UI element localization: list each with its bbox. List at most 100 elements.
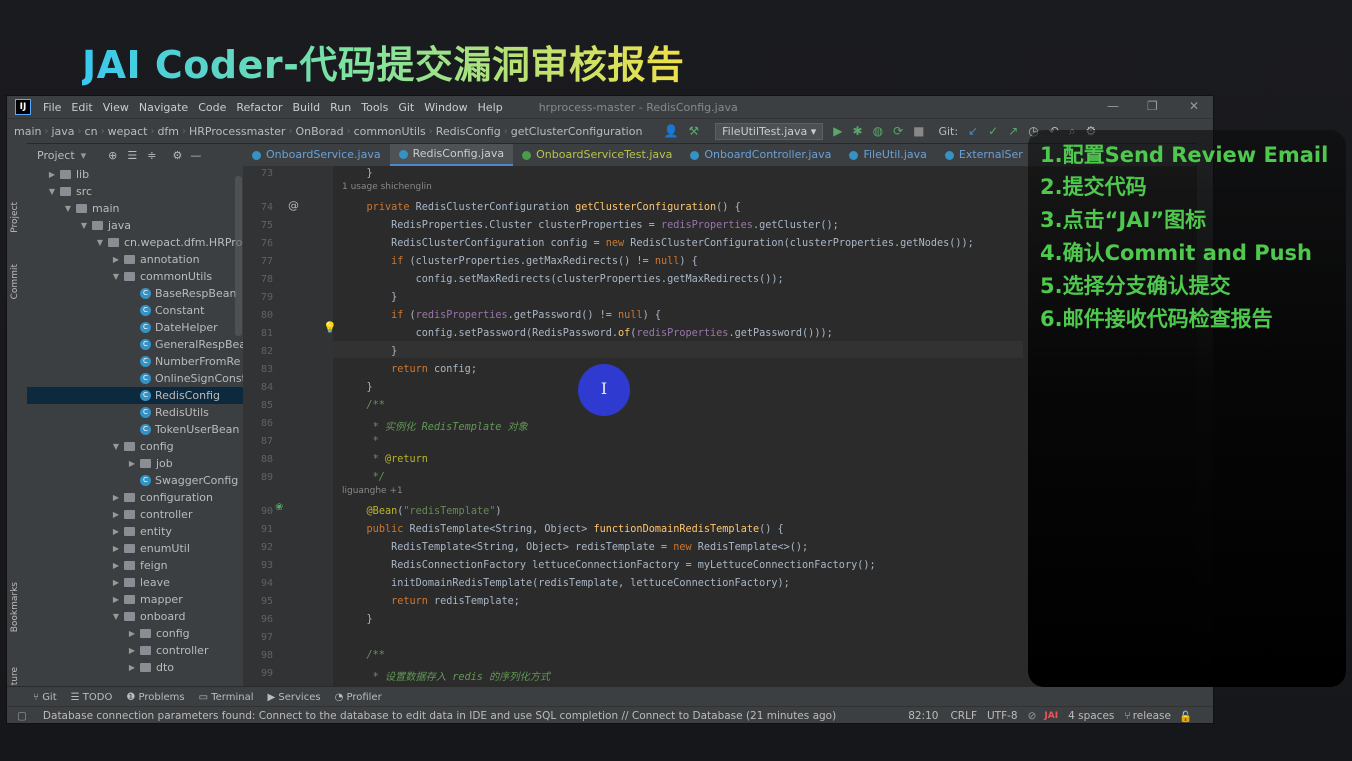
chevron-right-icon[interactable]: ▶	[111, 595, 121, 604]
project-tree-item[interactable]: ▼ cn.wepact.dfm.HRProc	[27, 234, 243, 251]
profiler-tool-tab[interactable]: ◔ Profiler	[335, 692, 382, 703]
project-tree-item[interactable]: C BaseRespBean	[27, 285, 243, 302]
line-separator[interactable]: CRLF	[950, 710, 977, 722]
chevron-right-icon[interactable]: ▶	[111, 544, 121, 553]
chevron-down-icon[interactable]: ▾	[81, 149, 87, 162]
no-edit-icon[interactable]: ⊘	[1028, 710, 1037, 722]
breadcrumb-item[interactable]: java	[48, 125, 77, 138]
project-tree-item[interactable]: ▶ dto	[27, 659, 243, 676]
editor-tab[interactable]: OnboardController.java	[681, 144, 840, 166]
terminal-tool-tab[interactable]: ▭ Terminal	[199, 692, 254, 703]
git-commit-icon[interactable]: ✓	[988, 124, 998, 138]
editor-tab[interactable]: RedisConfig.java	[389, 144, 514, 166]
project-tree-item[interactable]: ▶ controller	[27, 642, 243, 659]
restore-icon[interactable]: ❐	[1147, 99, 1158, 113]
project-tree-item[interactable]: ▶ feign	[27, 557, 243, 574]
code-line[interactable]: RedisClusterConfiguration config = new R…	[342, 238, 974, 249]
code-line[interactable]: if (redisProperties.getPassword() != nul…	[342, 310, 661, 321]
breadcrumb-item[interactable]: commonUtils	[351, 125, 429, 138]
file-encoding[interactable]: UTF-8	[987, 710, 1018, 722]
project-tree-item[interactable]: ▼ java	[27, 217, 243, 234]
breadcrumb-item[interactable]: dfm	[154, 125, 182, 138]
run-configuration-select[interactable]: FileUtilTest.java ▾	[715, 122, 824, 140]
code-line[interactable]: public RedisTemplate<String, Object> fun…	[342, 524, 784, 535]
code-line[interactable]: * @return	[342, 454, 428, 465]
chevron-down-icon[interactable]: ▼	[79, 221, 89, 230]
commit-tool-tab[interactable]: Commit	[10, 264, 20, 299]
panel-settings-icon[interactable]: ⚙	[172, 149, 182, 162]
chevron-down-icon[interactable]: ▼	[95, 238, 105, 247]
menu-tools[interactable]: Tools	[361, 101, 388, 114]
project-tree-item[interactable]: ▶ entity	[27, 523, 243, 540]
project-tree-item[interactable]: ▶ leave	[27, 574, 243, 591]
indent-setting[interactable]: 4 spaces	[1068, 710, 1114, 722]
run-icon[interactable]: ▶	[833, 124, 842, 138]
status-message[interactable]: Database connection parameters found: Co…	[43, 710, 836, 722]
project-tree-item[interactable]: ▼ main	[27, 200, 243, 217]
breadcrumb-item[interactable]: RedisConfig	[433, 125, 504, 138]
chevron-right-icon[interactable]: ▶	[127, 646, 137, 655]
git-push-icon[interactable]: ↗	[1008, 124, 1018, 138]
project-tree-item[interactable]: ▶ annotation	[27, 251, 243, 268]
user-icon[interactable]: 👤	[663, 124, 678, 138]
project-tree-item[interactable]: C RedisUtils	[27, 404, 243, 421]
debug-icon[interactable]: ✱	[853, 124, 863, 138]
project-tree-item[interactable]: C SwaggerConfig	[27, 472, 243, 489]
chevron-right-icon[interactable]: ▶	[47, 170, 57, 179]
stop-icon[interactable]: ■	[913, 124, 924, 138]
chevron-right-icon[interactable]: ▶	[127, 663, 137, 672]
project-tree-item[interactable]: ▼ commonUtils	[27, 268, 243, 285]
code-line[interactable]: */	[342, 472, 385, 483]
menu-window[interactable]: Window	[424, 101, 467, 114]
coverage-icon[interactable]: ◍	[873, 124, 883, 138]
minimize-icon[interactable]: —	[1107, 99, 1119, 113]
code-line[interactable]: }	[342, 292, 397, 303]
code-line[interactable]: * 设置数据存入 redis 的序列化方式	[342, 668, 550, 683]
project-tree-item[interactable]: ▼ src	[27, 183, 243, 200]
breadcrumb-item[interactable]: HRProcessmaster	[186, 125, 288, 138]
project-tree-item[interactable]: C TokenUserBean	[27, 421, 243, 438]
chevron-right-icon[interactable]: ▶	[111, 255, 121, 264]
chevron-right-icon[interactable]: ▶	[111, 527, 121, 536]
code-line[interactable]: }	[342, 382, 373, 393]
menu-view[interactable]: View	[103, 101, 129, 114]
project-tree-item[interactable]: C OnlineSignConst	[27, 370, 243, 387]
services-tool-tab[interactable]: ▶ Services	[268, 692, 321, 703]
chevron-right-icon[interactable]: ▶	[127, 459, 137, 468]
code-line[interactable]: * 实例化 RedisTemplate 对象	[342, 418, 528, 433]
project-tree-item[interactable]: ▶ config	[27, 625, 243, 642]
editor-tab[interactable]: ExternalSer	[936, 144, 1032, 166]
chevron-down-icon[interactable]: ▼	[47, 187, 57, 196]
breadcrumb-item[interactable]: getClusterConfiguration	[508, 125, 646, 138]
project-tree-item[interactable]: C Constant	[27, 302, 243, 319]
menu-file[interactable]: File	[43, 101, 61, 114]
chevron-down-icon[interactable]: ▼	[111, 442, 121, 451]
code-line[interactable]: /**	[342, 400, 385, 411]
menu-edit[interactable]: Edit	[71, 101, 92, 114]
git-tool-tab[interactable]: ⑂ Git	[33, 692, 57, 703]
breadcrumb-item[interactable]: wepact	[105, 125, 151, 138]
project-tree-item[interactable]: ▶ configuration	[27, 489, 243, 506]
bean-marker-icon[interactable]: ❀	[275, 502, 283, 513]
close-icon[interactable]: ✕	[1189, 99, 1199, 113]
build-hammer-icon[interactable]: ⚒	[688, 124, 699, 138]
chevron-down-icon[interactable]: ▼	[111, 272, 121, 281]
code-line[interactable]: config.setPassword(RedisPassword.of(redi…	[342, 328, 833, 339]
code-line[interactable]: initDomainRedisTemplate(redisTemplate, l…	[342, 578, 790, 589]
menu-help[interactable]: Help	[478, 101, 503, 114]
code-line[interactable]: @Bean("redisTemplate")	[342, 506, 502, 517]
hide-panel-icon[interactable]: —	[190, 149, 201, 162]
todo-tool-tab[interactable]: ☰ TODO	[71, 692, 113, 703]
profile-icon[interactable]: ⟳	[893, 124, 903, 138]
jai-status-icon[interactable]: JAI	[1044, 711, 1058, 721]
override-marker-icon[interactable]: @	[288, 199, 299, 212]
menu-run[interactable]: Run	[330, 101, 351, 114]
code-line[interactable]: private RedisClusterConfiguration getClu…	[342, 202, 741, 213]
code-line[interactable]: }	[342, 614, 373, 625]
editor-tab[interactable]: OnboardService.java	[243, 144, 390, 166]
menu-navigate[interactable]: Navigate	[139, 101, 188, 114]
project-tool-tab[interactable]: Project	[10, 202, 20, 233]
menu-build[interactable]: Build	[293, 101, 321, 114]
project-tree-item[interactable]: ▶ enumUtil	[27, 540, 243, 557]
chevron-right-icon[interactable]: ▶	[111, 561, 121, 570]
